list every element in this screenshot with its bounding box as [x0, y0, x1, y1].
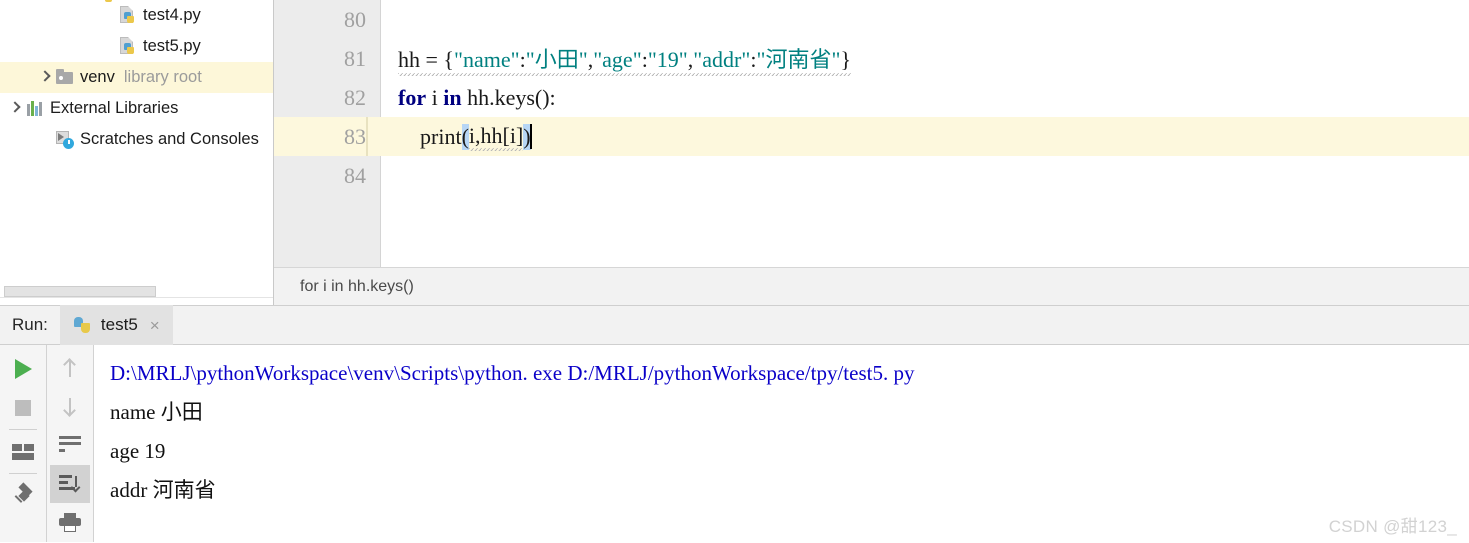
chevron-right-icon[interactable] [8, 102, 21, 115]
scratches-clock-icon [56, 130, 75, 149]
folder-icon [56, 68, 75, 87]
tree-item-label: test4.py [143, 6, 201, 24]
run-body: D:\MRLJ\pythonWorkspace\venv\Scripts\pyt… [0, 345, 1469, 542]
pin-tab-button[interactable] [3, 476, 43, 515]
run-tab-bar: Run: test5 × [0, 305, 1469, 345]
line-number: 84 [344, 162, 366, 188]
tree-item-label: test5.py [143, 37, 201, 55]
toolbar-divider [9, 429, 37, 430]
libraries-bars-icon [26, 99, 45, 118]
code-line-82[interactable]: for i in hh.keys(): [382, 78, 1469, 117]
watermark: CSDN @甜123_ [1328, 517, 1457, 536]
console-output-line: addr 河南省 [110, 478, 216, 502]
soft-wrap-icon [59, 436, 81, 454]
line-number-current: 83 [274, 117, 380, 156]
project-tree-panel[interactable]: test4.py test5.py venv library root Exte… [0, 0, 274, 305]
tree-item-label: External Libraries [50, 99, 179, 117]
close-icon[interactable]: × [150, 317, 160, 334]
code-line-83-current[interactable]: print(i,hh[i]) [366, 117, 1469, 156]
scroll-to-end-icon [59, 475, 81, 493]
down-button[interactable] [50, 388, 90, 427]
tree-item-label: venv [80, 68, 115, 86]
code-line-84[interactable] [382, 156, 1469, 195]
print-button[interactable] [50, 503, 90, 542]
python-file-icon [119, 37, 138, 56]
run-panel-label: Run: [12, 315, 48, 334]
code-editor[interactable]: 80 81 82 83 84 hh = {"name":"小田","age":"… [274, 0, 1469, 305]
code-line-80[interactable] [382, 0, 1469, 39]
code-line-81-content: hh = {"name":"小田","age":"19","addr":"河南省… [398, 41, 851, 76]
python-icon [73, 316, 92, 334]
run-button[interactable] [3, 349, 43, 388]
chevron-right-icon[interactable] [38, 71, 51, 84]
run-panel: Run: test5 × D:\MRLJ\pythonWorkspace\ven… [0, 305, 1469, 543]
line-number: 81 [344, 45, 366, 71]
soft-wrap-button[interactable] [50, 426, 90, 465]
tree-item-venv[interactable]: venv library root [0, 62, 273, 93]
top-region: test4.py test5.py venv library root Exte… [0, 0, 1469, 305]
console-output[interactable]: D:\MRLJ\pythonWorkspace\venv\Scripts\pyt… [94, 345, 1469, 542]
tree-item-scratches-and-consoles[interactable]: Scratches and Consoles [0, 124, 273, 155]
project-horizontal-scrollbar-thumb[interactable] [4, 286, 156, 297]
console-command-line: D:\MRLJ\pythonWorkspace\venv\Scripts\pyt… [110, 361, 915, 385]
code-line-81[interactable]: hh = {"name":"小田","age":"19","addr":"河南省… [382, 39, 1469, 78]
run-toolbar-primary [0, 345, 47, 542]
run-tab-test5[interactable]: test5 × [59, 305, 173, 345]
pycharm-window: test4.py test5.py venv library root Exte… [0, 0, 1469, 543]
breadcrumb-text: for i in hh.keys() [300, 277, 414, 295]
print-icon [59, 513, 81, 533]
expand-arrow-placeholder [101, 9, 114, 22]
keyword-for: for [398, 84, 427, 110]
up-button[interactable] [50, 349, 90, 388]
layout-button[interactable] [3, 432, 43, 471]
tree-item-test4[interactable]: test4.py [0, 0, 273, 31]
arrow-up-icon [62, 358, 78, 378]
tree-item-sublabel: library root [123, 68, 202, 86]
python-file-icon [119, 6, 138, 25]
run-toolbar-secondary [47, 345, 94, 542]
tree-item-external-libraries[interactable]: External Libraries [0, 93, 273, 124]
stop-icon [15, 399, 31, 416]
tree-item-test5[interactable]: test5.py [0, 31, 273, 62]
layout-icon [12, 443, 34, 460]
console-output-line: name 小田 [110, 400, 203, 424]
expand-arrow-placeholder [101, 40, 114, 53]
editor-gutter[interactable]: 80 81 82 83 84 [274, 0, 381, 267]
breadcrumb[interactable]: for i in hh.keys() [274, 267, 1469, 305]
keyword-in: in [443, 84, 462, 110]
text-caret [529, 124, 532, 149]
toolbar-divider [9, 473, 37, 474]
arrow-down-icon [62, 397, 78, 417]
project-tree-list: test4.py test5.py venv library root Exte… [0, 0, 273, 155]
console-output-line: age 19 [110, 439, 166, 463]
project-panel-bottom-strip [0, 297, 273, 305]
stop-button[interactable] [3, 388, 43, 427]
scroll-to-end-button[interactable] [50, 464, 90, 504]
pin-icon [13, 481, 33, 506]
tree-item-label: Scratches and Consoles [80, 130, 259, 148]
play-icon [14, 358, 32, 379]
line-number: 80 [344, 6, 366, 32]
run-tab-label: test5 [100, 315, 138, 334]
expand-arrow-placeholder [38, 133, 51, 146]
matching-brace-open: ( [461, 123, 469, 150]
line-number: 82 [344, 84, 366, 110]
editor-code-area[interactable]: hh = {"name":"小田","age":"19","addr":"河南省… [366, 0, 1469, 267]
